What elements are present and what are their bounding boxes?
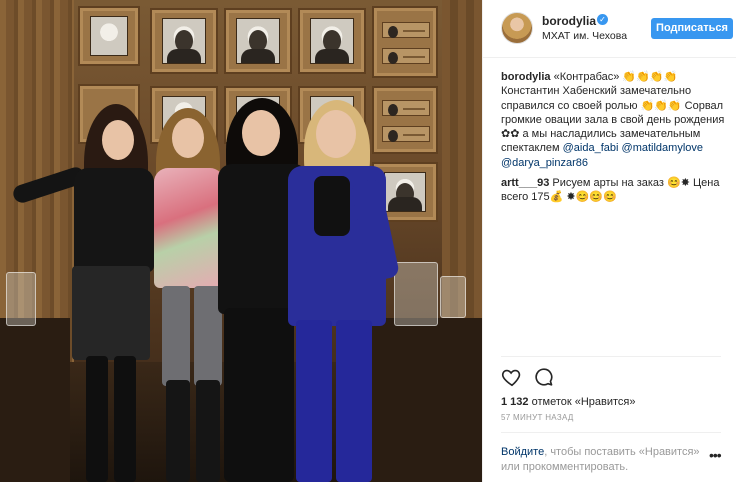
login-link[interactable]: Войдите [501,446,544,458]
comment-bubble-icon[interactable] [533,366,555,388]
username-link[interactable]: borodylia [542,14,596,28]
divider [501,356,721,357]
heart-icon[interactable] [501,366,523,388]
more-options-icon[interactable]: ••• [709,447,722,463]
table-right [360,318,482,482]
post-timestamp: 57 МИНУТ НАЗАД [501,413,574,422]
name-plate [382,126,430,142]
post-photo[interactable] [0,0,482,482]
portrait-frame [298,8,366,74]
glass [440,276,466,318]
caption: borodylia «Контрабас» 👏👏👏👏 Константин Ха… [501,70,733,170]
likes-number: 1 132 [501,396,529,408]
location-link[interactable]: МХАТ им. Чехова [542,30,627,42]
mention-link[interactable]: @darya_pinzar86 [501,157,588,169]
comment: artt___93 Рисуем арты на заказ 😊✸ Цена в… [501,176,733,205]
divider [501,432,721,433]
plaque-frame [372,6,438,78]
glass-jug [394,262,438,326]
avatar[interactable] [501,12,533,44]
comment-username[interactable]: artt___93 [501,177,549,189]
verified-badge-icon: ✓ [597,14,608,25]
likes-count[interactable]: 1 132 отметок «Нравится» [501,396,636,408]
login-prompt: Войдите, чтобы поставить «Нравится» или … [501,445,701,474]
portrait-frame [224,8,292,74]
glass-jug [6,272,36,326]
portrait-frame [78,6,140,66]
name-plate [382,48,430,64]
mention-link[interactable]: @matildamylove [622,142,703,154]
likes-suffix: отметок «Нравится» [531,396,636,408]
comments-list: borodylia «Контрабас» 👏👏👏👏 Константин Ха… [501,70,733,211]
post-actions [501,366,701,388]
post-header: borodylia ✓ МХАТ им. Чехова Подписаться [483,0,736,58]
post-sidebar: borodylia ✓ МХАТ им. Чехова Подписаться … [482,0,736,482]
portrait-frame [150,8,218,74]
mention-link[interactable]: @aida_fabi [563,142,619,154]
table-left [0,318,70,482]
comment-username[interactable]: borodylia [501,71,551,83]
name-plate [382,22,430,38]
plaque-frame [372,86,438,154]
name-plate [382,100,430,116]
follow-button[interactable]: Подписаться [651,18,733,39]
